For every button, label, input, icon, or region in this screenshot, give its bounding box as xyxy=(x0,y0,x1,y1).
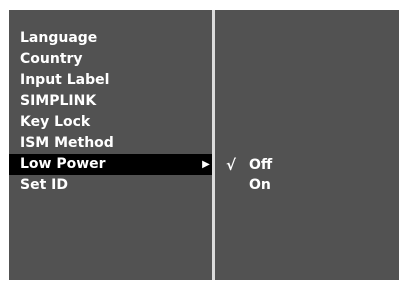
menu-item-label: Key Lock xyxy=(20,114,91,130)
right-arrow-icon: ▶ xyxy=(202,159,210,170)
menu-item-low-power[interactable]: Low Power ▶ xyxy=(9,154,212,175)
option-label: On xyxy=(249,177,271,193)
check-icon: √ xyxy=(226,156,237,174)
menu-item-key-lock[interactable]: Key Lock xyxy=(9,112,212,133)
option-off[interactable]: √ Off xyxy=(215,155,399,175)
menu-item-input-label[interactable]: Input Label xyxy=(9,70,212,91)
menu-item-set-id[interactable]: Set ID xyxy=(9,175,212,196)
menu-item-label: Low Power xyxy=(20,156,106,172)
option-label: Off xyxy=(249,157,273,173)
menu-item-label: Set ID xyxy=(20,177,68,193)
option-on[interactable]: On xyxy=(215,175,399,195)
panel-divider xyxy=(212,10,215,280)
menu-item-label: SIMPLINK xyxy=(20,93,97,109)
menu-item-label: Input Label xyxy=(20,72,110,88)
menu-item-language[interactable]: Language xyxy=(9,28,212,49)
menu-item-label: Language xyxy=(20,30,98,46)
menu-item-label: Country xyxy=(20,51,83,67)
menu-item-label: ISM Method xyxy=(20,135,114,151)
menu-item-country[interactable]: Country xyxy=(9,49,212,70)
option-menu-list: Language Country Input Label SIMPLINK Ke… xyxy=(9,28,212,196)
menu-item-ism-method[interactable]: ISM Method xyxy=(9,133,212,154)
menu-item-simplink[interactable]: SIMPLINK xyxy=(9,91,212,112)
tv-menu-screen: Language Country Input Label SIMPLINK Ke… xyxy=(9,10,399,280)
low-power-options: √ Off On xyxy=(215,155,399,195)
